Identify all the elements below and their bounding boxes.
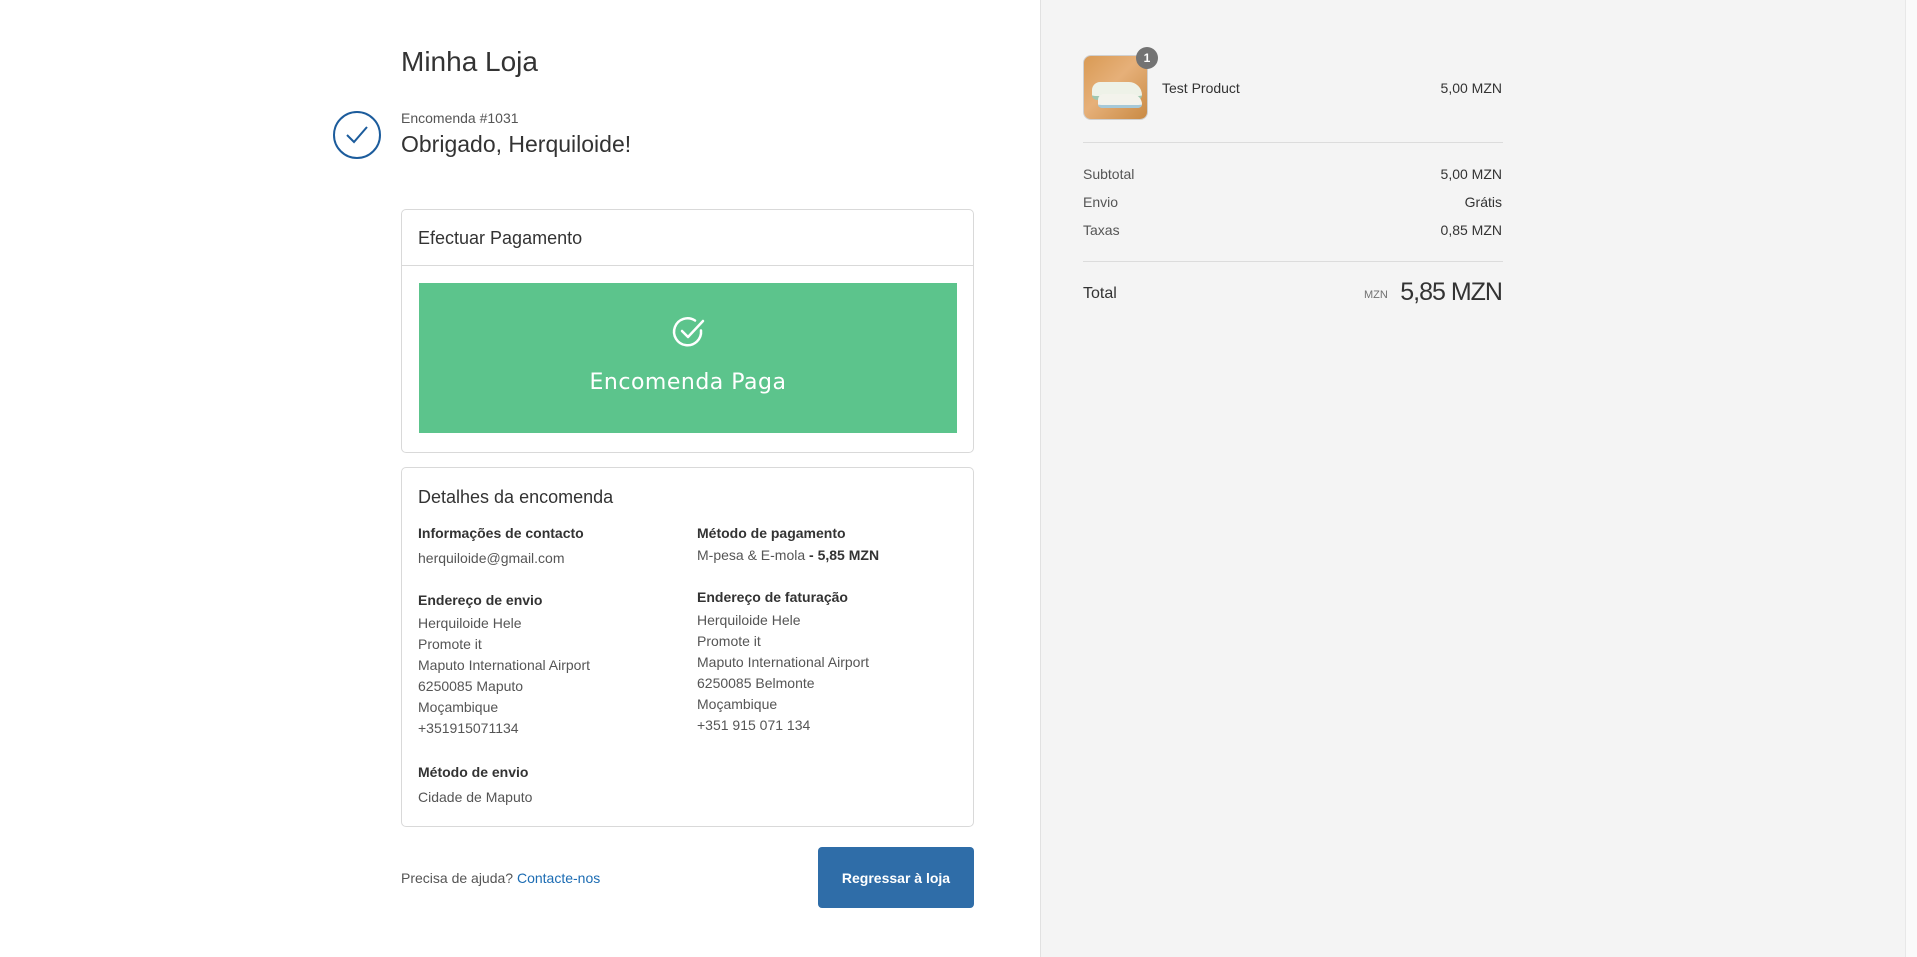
shipping-method-label: Método de envio (418, 764, 529, 780)
return-to-store-button[interactable]: Regressar à loja (818, 847, 974, 908)
order-summary-sidebar (1040, 0, 1917, 957)
help-question: Precisa de ajuda? (401, 870, 514, 886)
payment-method-name: M-pesa & E-mola (697, 547, 806, 563)
total-value: 5,85 MZN (1400, 278, 1503, 306)
shipping-address-line: 6250085 Maputo (418, 678, 524, 694)
taxes-label: Taxas (1083, 222, 1120, 238)
product-price: 5,00 MZN (1440, 80, 1502, 96)
order-number: Encomenda #1031 (401, 110, 519, 126)
shoe-image (1098, 94, 1142, 108)
order-details-card: Detalhes da encomenda Informações de con… (401, 467, 974, 827)
shipping-value: Grátis (1464, 194, 1502, 210)
order-paid-label: Encomenda Paga (589, 370, 787, 395)
payment-method-value: M-pesa & E-mola - 5,85 MZN (697, 545, 879, 566)
store-title: Minha Loja (401, 46, 538, 77)
shipping-address-label: Endereço de envio (418, 592, 543, 608)
subtotal-label: Subtotal (1083, 166, 1135, 182)
shipping-method-value: Cidade de Maputo (418, 789, 533, 805)
shipping-address-line: Moçambique (418, 699, 499, 715)
contact-email: herquiloide@gmail.com (418, 550, 565, 566)
shipping-address-line: Promote it (418, 636, 482, 652)
billing-address-line: Herquiloide Hele (697, 612, 801, 628)
payment-card: Efectuar Pagamento Encomenda Paga (401, 209, 974, 453)
billing-address-label: Endereço de faturação (697, 589, 848, 605)
help-text: Precisa de ajuda? Contacte-nos (401, 870, 600, 886)
contact-us-link[interactable]: Contacte-nos (517, 870, 600, 886)
subtotal-value: 5,00 MZN (1440, 166, 1502, 182)
main-content: Minha Loja Encomenda #1031 Obrigado, Her… (0, 0, 1040, 957)
order-details-heading: Detalhes da encomenda (418, 487, 614, 507)
billing-address-line: Maputo International Airport (697, 654, 869, 670)
product-name: Test Product (1162, 80, 1240, 96)
thank-you-heading: Obrigado, Herquiloide! (401, 131, 632, 157)
billing-address-line: +351 915 071 134 (697, 717, 811, 733)
check-icon (346, 126, 368, 144)
shipping-address-line: Herquiloide Hele (418, 615, 522, 631)
divider (1083, 142, 1503, 143)
shipping-address-line: +351915071134 (418, 720, 519, 736)
scrollbar[interactable] (1905, 0, 1917, 957)
order-confirmed-icon (333, 111, 381, 159)
billing-address-line: Moçambique (697, 696, 778, 712)
check-circle-icon (672, 317, 705, 347)
taxes-value: 0,85 MZN (1440, 222, 1502, 238)
total-currency: MZN (1364, 289, 1388, 301)
payment-card-heading: Efectuar Pagamento (402, 210, 973, 266)
billing-address-line: Promote it (697, 633, 761, 649)
divider (1083, 261, 1503, 262)
order-paid-banner: Encomenda Paga (419, 283, 957, 433)
billing-address-line: 6250085 Belmonte (697, 675, 815, 691)
quantity-badge: 1 (1136, 47, 1158, 69)
payment-method-label: Método de pagamento (697, 525, 846, 541)
contact-label: Informações de contacto (418, 525, 584, 541)
payment-amount: - 5,85 MZN (809, 547, 880, 563)
shipping-label: Envio (1083, 194, 1119, 210)
shipping-address-line: Maputo International Airport (418, 657, 590, 673)
total-label: Total (1083, 285, 1117, 302)
